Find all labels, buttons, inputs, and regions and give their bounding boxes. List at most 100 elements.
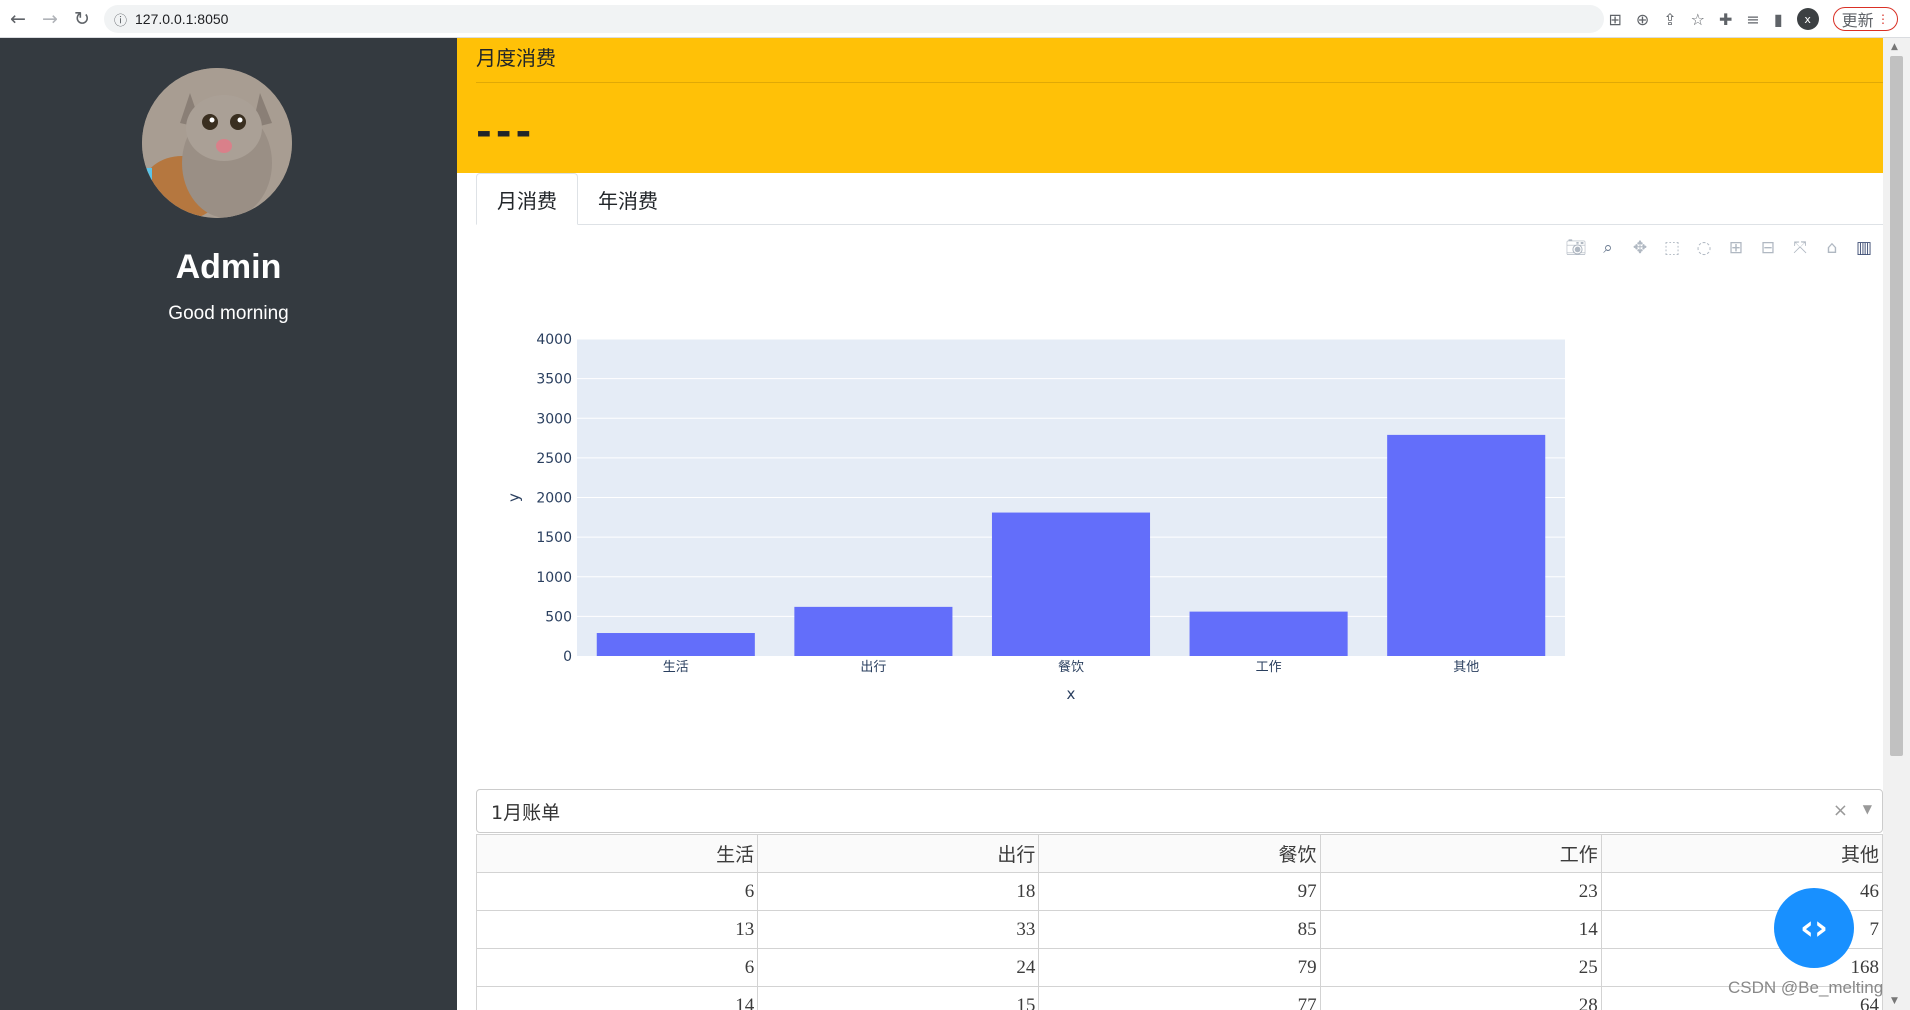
cat-avatar-image <box>142 68 292 218</box>
summary-card: 月度消费 --- <box>457 38 1883 173</box>
bar <box>1189 611 1348 656</box>
column-header[interactable]: 餐饮 <box>1038 834 1321 873</box>
clear-icon[interactable]: × <box>1833 800 1848 821</box>
table-row: 13 33 85 14 7 <box>475 910 1883 949</box>
table-cell[interactable]: 97 <box>1038 872 1321 911</box>
table-cell[interactable]: 23 <box>1319 872 1602 911</box>
table-cell[interactable]: 25 <box>1319 948 1602 987</box>
y-tick-label: 4000 <box>536 332 572 348</box>
month-select[interactable]: 1月账单 × ▼ <box>476 789 1883 833</box>
extensions-icon[interactable]: ✚ <box>1719 10 1732 29</box>
tab-monthly[interactable]: 月消费 <box>476 173 578 225</box>
pan-icon[interactable]: ✥ <box>1629 238 1651 258</box>
y-axis-label: y <box>505 493 523 502</box>
translate-icon[interactable]: ⊞ <box>1608 10 1621 29</box>
y-tick-label: 1500 <box>536 530 572 546</box>
url-text: 127.0.0.1:8050 <box>135 11 229 27</box>
camera-icon[interactable]: 📷︎ <box>1565 238 1587 258</box>
scroll-up-icon[interactable]: ▲ <box>1891 42 1898 52</box>
share-icon[interactable]: ⇪ <box>1663 10 1676 29</box>
table-cell[interactable]: 85 <box>1038 910 1321 949</box>
x-tick-label: 出行 <box>860 660 886 675</box>
scrollbar-thumb[interactable] <box>1890 56 1903 756</box>
code-toggle-button[interactable]: ‹› <box>1774 888 1854 968</box>
y-tick-label: 500 <box>545 609 572 625</box>
browser-toolbar: ← → ↻ ⓘ 127.0.0.1:8050 ⊞ ⊕ ⇪ ☆ ✚ ≡ ▮ x 更… <box>0 0 1910 38</box>
update-button[interactable]: 更新 ⋮ <box>1832 7 1898 31</box>
tab-yearly[interactable]: 年消费 <box>578 173 678 225</box>
table-cell[interactable]: 6 <box>475 872 759 911</box>
lasso-icon[interactable]: ◌ <box>1693 238 1715 258</box>
site-info-icon[interactable]: ⓘ <box>114 10 127 29</box>
y-tick-label: 2000 <box>536 491 572 507</box>
x-axis-label: x <box>1067 685 1076 703</box>
y-tick-label: 3000 <box>536 411 572 427</box>
forward-icon[interactable]: → <box>36 5 64 33</box>
table-header-row: 生活 出行 餐饮 工作 其他 <box>475 834 1883 873</box>
bar <box>991 512 1151 656</box>
side-panel-icon[interactable]: ▮ <box>1774 10 1783 29</box>
table-cell[interactable]: 14 <box>1319 910 1602 949</box>
table-row: 6 18 97 23 46 <box>475 872 1883 911</box>
chart-modebar: 📷︎ ⌕ ✥ ⬚ ◌ ⊞ ⊟ ⤧ ⌂ ▥ <box>1565 236 1875 260</box>
browser-actions: ⊞ ⊕ ⇪ ☆ ✚ ≡ ▮ x 更新 ⋮ <box>1608 5 1898 33</box>
back-icon[interactable]: ← <box>4 5 32 33</box>
y-tick-label: 2500 <box>536 451 572 467</box>
table-row: 14 15 77 28 64 <box>475 986 1883 1010</box>
column-header[interactable]: 工作 <box>1319 834 1602 873</box>
card-title: 月度消费 <box>476 46 556 70</box>
table-cell[interactable]: 24 <box>757 948 1040 987</box>
reading-list-icon[interactable]: ≡ <box>1746 10 1759 29</box>
table-cell[interactable]: 79 <box>1038 948 1321 987</box>
column-header[interactable]: 其他 <box>1600 834 1883 873</box>
table-cell[interactable]: 6 <box>475 948 759 987</box>
table-cell[interactable]: 18 <box>757 872 1040 911</box>
column-header[interactable]: 生活 <box>475 834 759 873</box>
table-row: 6 24 79 25 168 <box>475 948 1883 987</box>
bookmark-star-icon[interactable]: ☆ <box>1691 10 1705 29</box>
y-tick-label: 0 <box>563 649 572 665</box>
page-scrollbar[interactable]: ▲ ▼ <box>1883 38 1910 1010</box>
autoscale-icon[interactable]: ⤧ <box>1789 238 1811 258</box>
scroll-down-icon[interactable]: ▼ <box>1891 996 1898 1006</box>
plotly-logo-icon[interactable]: ▥ <box>1853 238 1875 258</box>
greeting-text: Good morning <box>168 303 289 324</box>
reset-axes-icon[interactable]: ⌂ <box>1821 238 1843 258</box>
y-tick-label: 3500 <box>536 372 572 388</box>
month-select-value: 1月账单 <box>491 801 561 824</box>
address-bar[interactable]: ⓘ 127.0.0.1:8050 <box>104 5 1604 33</box>
table-cell[interactable]: 13 <box>475 910 759 949</box>
chevron-down-icon[interactable]: ▼ <box>1863 802 1872 816</box>
sidebar: Admin Good morning <box>0 38 457 1010</box>
zoom-icon[interactable]: ⌕ <box>1597 238 1619 258</box>
card-divider <box>476 82 1883 83</box>
table-cell[interactable]: 28 <box>1319 986 1602 1010</box>
zoom-in-icon[interactable]: ⊞ <box>1725 238 1747 258</box>
table-cell[interactable]: 77 <box>1038 986 1321 1010</box>
x-tick-label: 其他 <box>1453 660 1479 675</box>
table-cell[interactable]: 14 <box>475 986 759 1010</box>
box-select-icon[interactable]: ⬚ <box>1661 238 1683 258</box>
zoom-icon[interactable]: ⊕ <box>1636 10 1649 29</box>
x-tick-label: 工作 <box>1256 660 1282 675</box>
bill-table: 生活 出行 餐饮 工作 其他 6 18 97 23 46 13 33 85 14… <box>475 834 1883 1010</box>
avatar <box>142 68 292 218</box>
bar-chart: 0 500 1000 1500 2000 2500 3000 3500 4000 生活 出行 餐饮 工作… <box>505 332 1565 703</box>
update-label: 更新 <box>1841 13 1874 30</box>
table-cell[interactable]: 33 <box>757 910 1040 949</box>
profile-avatar[interactable]: x <box>1796 8 1819 30</box>
table-cell[interactable]: 15 <box>757 986 1040 1010</box>
bar <box>596 633 755 656</box>
reload-icon[interactable]: ↻ <box>68 5 96 33</box>
y-tick-label: 1000 <box>536 570 572 586</box>
user-name: Admin <box>175 248 282 286</box>
x-tick-label: 餐饮 <box>1058 659 1084 675</box>
watermark: CSDN @Be_melting <box>1728 978 1884 997</box>
bar <box>794 606 953 656</box>
x-tick-label: 生活 <box>663 660 689 675</box>
zoom-out-icon[interactable]: ⊟ <box>1757 238 1779 258</box>
bar <box>1387 434 1546 656</box>
main-content: 月度消费 --- 月消费 年消费 📷︎ ⌕ ✥ ⬚ ◌ ⊞ ⊟ ⤧ ⌂ ▥ 0 5… <box>457 38 1883 1010</box>
column-header[interactable]: 出行 <box>757 834 1040 873</box>
tab-bar: 月消费 年消费 <box>476 173 1883 225</box>
